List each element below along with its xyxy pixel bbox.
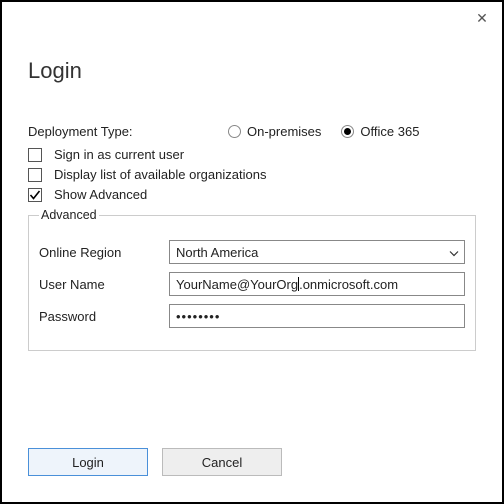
radio-icon xyxy=(341,125,354,138)
button-label: Cancel xyxy=(202,455,242,470)
password-row: Password •••••••• xyxy=(39,304,465,328)
advanced-legend: Advanced xyxy=(39,208,99,222)
login-button[interactable]: Login xyxy=(28,448,148,476)
username-value-part2: .onmicrosoft.com xyxy=(299,277,398,292)
radio-icon xyxy=(228,125,241,138)
checkbox-sign-in-current[interactable]: Sign in as current user xyxy=(28,147,476,162)
username-label: User Name xyxy=(39,277,169,292)
dialog-content: Login Deployment Type: On-premises Offic… xyxy=(2,2,502,351)
close-icon[interactable]: ✕ xyxy=(474,10,490,26)
button-label: Login xyxy=(72,455,104,470)
password-mask: •••••••• xyxy=(176,309,220,324)
deployment-type-label: Deployment Type: xyxy=(28,124,228,139)
username-value-part1: YourName@YourOrg xyxy=(176,277,298,292)
checkbox-label: Show Advanced xyxy=(54,187,147,202)
online-region-label: Online Region xyxy=(39,245,169,260)
deployment-radio-group: On-premises Office 365 xyxy=(228,124,431,139)
username-input[interactable]: YourName@YourOrg.onmicrosoft.com xyxy=(169,272,465,296)
checkbox-icon xyxy=(28,188,42,202)
button-bar: Login Cancel xyxy=(28,448,282,476)
deployment-type-row: Deployment Type: On-premises Office 365 xyxy=(28,124,476,139)
password-label: Password xyxy=(39,309,169,324)
page-title: Login xyxy=(28,58,476,84)
radio-label: Office 365 xyxy=(360,124,419,139)
cancel-button[interactable]: Cancel xyxy=(162,448,282,476)
online-region-select[interactable]: North America xyxy=(169,240,465,264)
password-input[interactable]: •••••••• xyxy=(169,304,465,328)
online-region-row: Online Region North America xyxy=(39,240,465,264)
checkbox-icon xyxy=(28,168,42,182)
radio-office-365[interactable]: Office 365 xyxy=(341,124,419,139)
checkbox-show-advanced[interactable]: Show Advanced xyxy=(28,187,476,202)
checkbox-label: Display list of available organizations xyxy=(54,167,266,182)
online-region-value: North America xyxy=(176,245,258,260)
login-dialog: ✕ Login Deployment Type: On-premises Off… xyxy=(0,0,504,504)
checkbox-icon xyxy=(28,148,42,162)
username-row: User Name YourName@YourOrg.onmicrosoft.c… xyxy=(39,272,465,296)
checkbox-display-orgs[interactable]: Display list of available organizations xyxy=(28,167,476,182)
radio-on-premises[interactable]: On-premises xyxy=(228,124,321,139)
checkbox-label: Sign in as current user xyxy=(54,147,184,162)
advanced-group: Advanced Online Region North America Use… xyxy=(28,208,476,351)
radio-label: On-premises xyxy=(247,124,321,139)
